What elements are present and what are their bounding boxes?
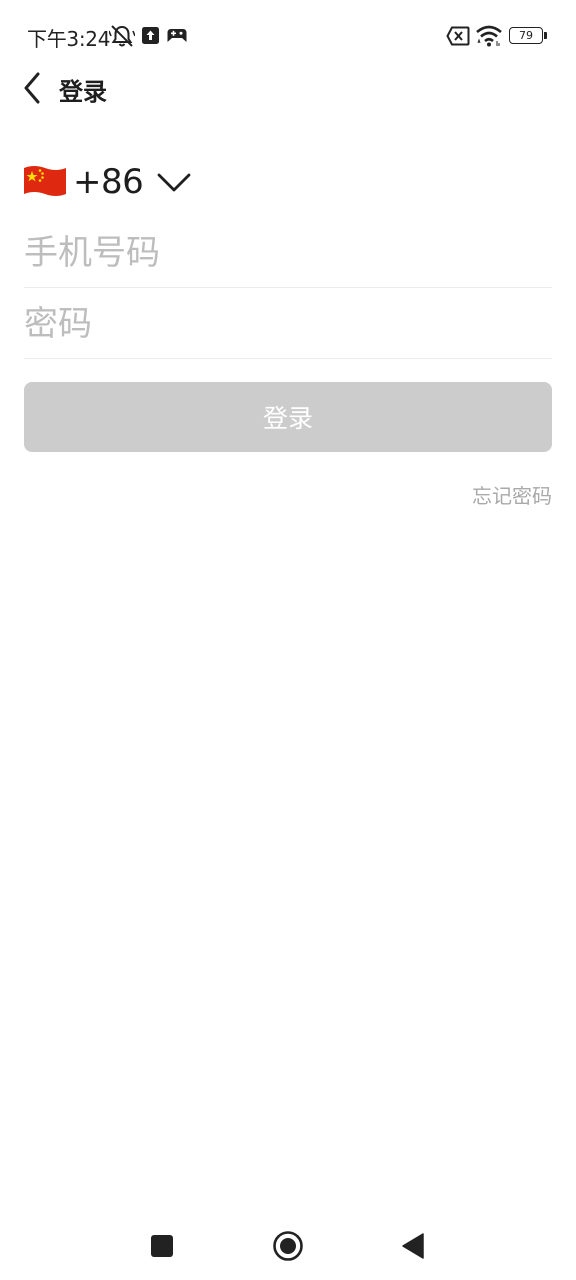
forgot-password-link[interactable]: 忘记密码 [472,480,552,509]
back-triangle-icon [402,1233,424,1259]
chevron-left-icon [24,72,40,104]
no-sim-icon [446,26,470,46]
upload-icon [142,27,159,44]
login-button[interactable]: 登录 [24,382,552,452]
phone-input[interactable] [24,218,552,287]
navigation-bar [0,1210,576,1280]
country-code-selector[interactable]: +86 [22,158,191,206]
wifi-icon [476,25,502,47]
password-field-container [24,289,552,359]
back-button[interactable] [12,68,52,108]
gamepad-icon [167,29,187,42]
recents-square-icon [151,1235,173,1257]
recents-button[interactable] [144,1228,180,1264]
page-title: 登录 [59,78,107,106]
battery-icon: 79 [509,27,547,44]
password-input[interactable] [24,289,552,358]
battery-level: 79 [519,29,533,42]
china-flag-icon [24,166,66,196]
back-nav-button[interactable] [395,1228,431,1264]
header: 登录 [0,60,576,116]
status-time: 下午3:24 [27,27,111,51]
mute-bell-icon [109,25,135,47]
country-code: +86 [73,162,144,202]
home-button[interactable] [270,1228,306,1264]
phone-field-container [24,218,552,288]
home-circle-icon [273,1231,303,1261]
chevron-down-icon [157,173,191,192]
